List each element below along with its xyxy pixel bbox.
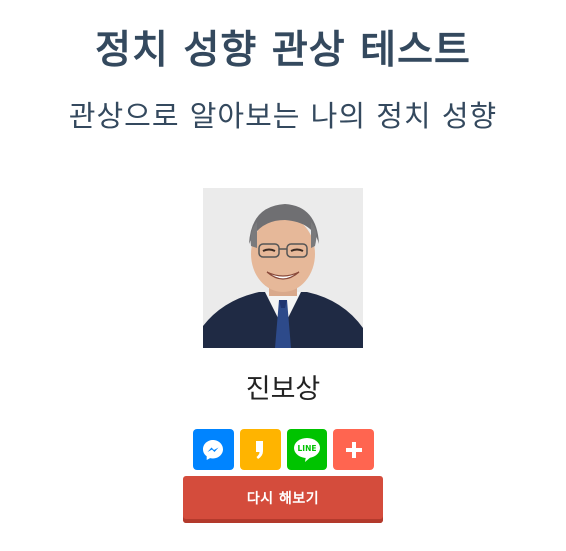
line-icon-text: LINE [297,444,316,453]
share-kakaostory-button[interactable] [239,429,281,470]
share-more-button[interactable] [333,429,374,470]
page-subtitle: 관상으로 알아보는 나의 정치 성향 [68,99,498,133]
result-photo [203,188,363,348]
kakaostory-icon [256,440,264,459]
messenger-icon [203,439,224,460]
plus-icon [345,441,362,458]
page-title: 정치 성향 관상 테스트 [95,28,471,73]
page: 정치 성향 관상 테스트 관상으로 알아보는 나의 정치 성향 진보상 LINE… [0,0,566,551]
share-messenger-button[interactable] [193,429,234,470]
result-label: 진보상 [245,374,321,405]
portrait-image [203,188,363,348]
share-buttons: LINE [193,429,374,471]
share-line-button[interactable]: LINE [286,429,328,470]
line-icon: LINE [293,437,320,462]
retry-button[interactable]: 다시 해보기 [183,476,383,523]
